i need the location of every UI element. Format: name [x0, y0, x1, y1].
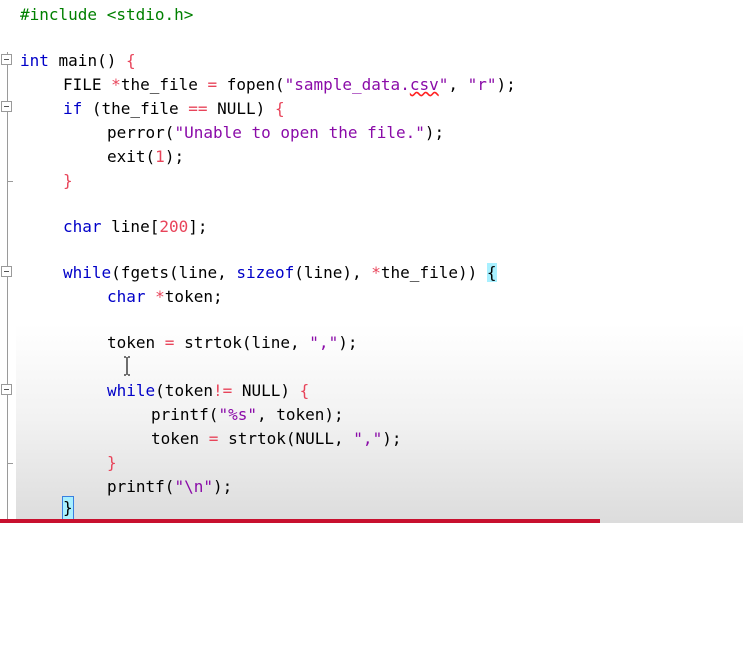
fold-inner-while-icon[interactable]: [1, 384, 12, 395]
code-line-21: printf("\n");: [107, 477, 233, 496]
code-line-3: int main() {: [20, 51, 136, 70]
fold-end-tick: [7, 463, 13, 464]
code-line-4: FILE *the_file = fopen("sample_data.csv"…: [63, 75, 516, 94]
fold-guide: [7, 52, 8, 520]
code-line-20: }: [107, 453, 117, 472]
code-line-5: if (the_file == NULL) {: [63, 99, 285, 118]
code-line-7: exit(1);: [107, 147, 185, 166]
fold-main-icon[interactable]: [1, 54, 12, 65]
text-caret-brace: }: [62, 496, 74, 520]
fold-while-icon[interactable]: [1, 266, 12, 277]
fold-gutter: [0, 0, 16, 523]
code-line-15: token = strtok(line, ",");: [107, 333, 358, 352]
code-line-22: }: [62, 496, 74, 520]
code-line-13: char *token;: [107, 287, 223, 306]
code-editor[interactable]: #include <stdio.h> int main() { FILE *th…: [0, 0, 743, 523]
bottom-accent-bar: [0, 519, 600, 523]
code-line-12: while(fgets(line, sizeof(line), *the_fil…: [63, 263, 497, 282]
spelling-error-marker: csv: [409, 75, 439, 94]
code-line-18: printf("%s", token);: [151, 405, 344, 424]
code-line-19: token = strtok(NULL, ",");: [151, 429, 402, 448]
fold-end-tick: [7, 181, 13, 182]
code-line-8: }: [63, 171, 73, 190]
code-line-10: char line[200];: [63, 217, 208, 236]
code-area[interactable]: #include <stdio.h> int main() { FILE *th…: [20, 0, 743, 665]
fold-if-icon[interactable]: [1, 101, 12, 112]
code-line-1: #include <stdio.h>: [20, 5, 194, 24]
matched-brace-highlight: {: [486, 263, 497, 282]
code-line-17: while(token!= NULL) {: [107, 381, 310, 400]
text-ibeam-icon: [124, 356, 130, 376]
code-line-6: perror("Unable to open the file.");: [107, 123, 445, 142]
